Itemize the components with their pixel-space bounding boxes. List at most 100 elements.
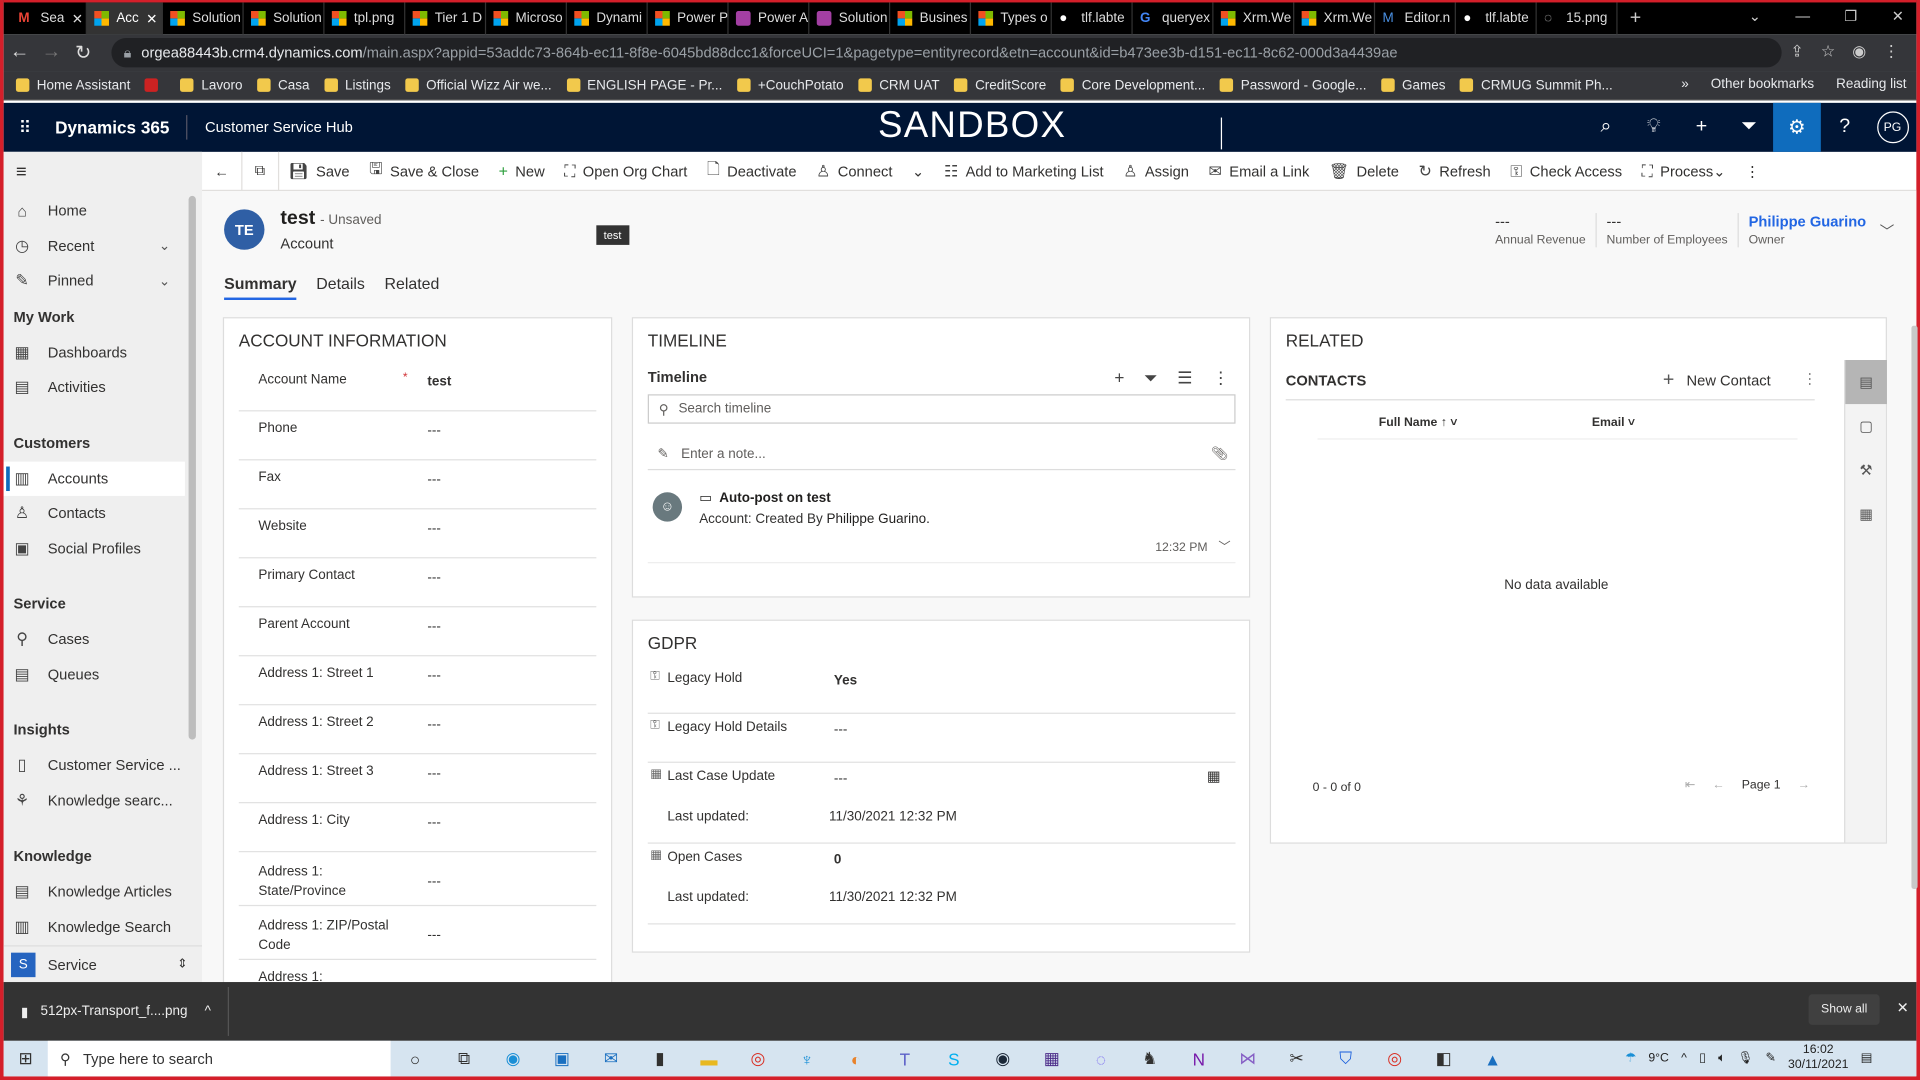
tools-icon[interactable]: ✂: [1272, 1048, 1321, 1069]
area-switcher[interactable]: S Service ⇕: [3, 945, 203, 983]
bookmark[interactable]: Home Assistant: [15, 78, 130, 92]
timeline-search-input[interactable]: ⚲ Search timeline: [647, 394, 1236, 424]
bitwarden-icon[interactable]: ⛉: [1321, 1048, 1370, 1069]
note-input[interactable]: ✎ Enter a note... 📎︎: [647, 438, 1236, 471]
contacts-card-icon[interactable]: ▤: [1845, 360, 1887, 405]
field-value-parent-account[interactable]: ---: [427, 620, 440, 635]
bookmark[interactable]: Lavoro: [180, 78, 243, 92]
field-value-address-1-city[interactable]: ---: [427, 816, 440, 831]
field-value-primary-contact[interactable]: ---: [427, 571, 440, 586]
browser-tab[interactable]: Power A: [729, 2, 810, 35]
profile-avatar[interactable]: ◉: [1852, 42, 1866, 62]
microphone-icon[interactable]: 🎙︎: [1738, 1051, 1754, 1064]
field-value-website[interactable]: ---: [427, 522, 440, 537]
close-tab-icon[interactable]: ✕: [146, 10, 157, 27]
pen-icon[interactable]: ✎: [1766, 1051, 1776, 1064]
app-icon[interactable]: ◧: [1419, 1048, 1468, 1069]
app-name[interactable]: Customer Service Hub: [188, 119, 353, 136]
sidebar-item-recent[interactable]: ◷ Recent ⌄: [4, 228, 185, 262]
file-explorer-icon[interactable]: ▬: [684, 1049, 733, 1069]
command-refresh[interactable]: ↻ Refresh: [1409, 151, 1501, 190]
edge-icon[interactable]: ◉: [489, 1048, 538, 1069]
next-page-icon[interactable]: →: [1798, 779, 1810, 792]
field-value[interactable]: ---: [834, 722, 847, 737]
teams-icon[interactable]: T: [880, 1049, 929, 1069]
sidebar-item-contacts[interactable]: ♙ Contacts: [4, 496, 185, 530]
browser-tab[interactable]: ● tlf.labte: [1456, 2, 1537, 35]
cases-wrench-icon[interactable]: ⚒: [1845, 448, 1887, 492]
viber-icon[interactable]: ◌: [1076, 1049, 1125, 1069]
app-icon[interactable]: ♆: [782, 1049, 831, 1069]
command-check-access[interactable]: ⚿ Check Access: [1501, 151, 1632, 190]
browser-tab[interactable]: Power P: [648, 2, 729, 35]
sidebar-item-social-profiles[interactable]: ▣ Social Profiles: [4, 531, 185, 565]
volume-icon[interactable]: 🔈︎: [1718, 1051, 1725, 1064]
close-window-icon[interactable]: ✕: [1892, 7, 1904, 24]
browser-tab[interactable]: Xrm.We: [1294, 2, 1376, 35]
sidebar-item-dashboards[interactable]: ▦ Dashboards: [4, 335, 185, 369]
field-value[interactable]: ---: [834, 771, 847, 786]
field-value-address-1-zip-postal-code[interactable]: ---: [427, 928, 440, 943]
header-field-owner[interactable]: Philippe Guarino Owner: [1737, 213, 1866, 248]
field-value[interactable]: 0: [834, 852, 842, 867]
command-add-to-marketing-list[interactable]: ☷ Add to Marketing List: [934, 151, 1113, 190]
weather-temp[interactable]: 9°C: [1648, 1051, 1669, 1064]
new-tab-button[interactable]: +: [1618, 7, 1654, 29]
documents-icon[interactable]: ▦: [1845, 492, 1887, 536]
sidebar-item-home[interactable]: ⌂ Home: [4, 193, 185, 227]
field-value-account-name[interactable]: test: [427, 375, 451, 390]
field-value-address-1-state-province[interactable]: ---: [427, 874, 440, 889]
filter-icon[interactable]: ⏷: [1725, 103, 1773, 152]
bookmark-star-icon[interactable]: ☆: [1821, 42, 1835, 62]
browser-tab[interactable]: tpl.png: [324, 2, 406, 35]
cortana-icon[interactable]: ○: [391, 1049, 440, 1069]
field-value-address-1-street-3[interactable]: ---: [427, 767, 440, 782]
chevron-up-icon[interactable]: ^: [205, 1004, 211, 1019]
battery-icon[interactable]: ▯: [1699, 1051, 1706, 1064]
bookmark[interactable]: Core Development...: [1060, 78, 1205, 92]
address-bar[interactable]: 🔒︎ orgea88443b.crm4.dynamics.com/main.as…: [111, 37, 1782, 68]
command-delete[interactable]: 🗑︎ Delete: [1319, 151, 1409, 190]
tab-summary[interactable]: Summary: [224, 274, 297, 301]
app-icon[interactable]: ▦: [1027, 1048, 1076, 1069]
field-value[interactable]: Yes: [834, 673, 857, 688]
expand-header-chevron-icon[interactable]: ﹀: [1880, 220, 1895, 241]
sidebar-item-activities[interactable]: ▤ Activities: [4, 370, 185, 404]
browser-tab[interactable]: ◌ 15.png: [1537, 2, 1618, 35]
bookmark[interactable]: Casa: [257, 78, 309, 92]
subgrid-more-icon[interactable]: ⋮: [1802, 370, 1817, 387]
sidebar-item-knowledge-searc[interactable]: ⚘ Knowledge searc...: [4, 783, 185, 817]
close-icon[interactable]: ✕: [1897, 999, 1909, 1016]
browser-tab[interactable]: Dynami: [567, 2, 648, 35]
browser-menu-icon[interactable]: ⋮: [1883, 42, 1899, 62]
expand-chevron-icon[interactable]: ﹀: [1218, 541, 1230, 554]
tab-search-icon[interactable]: ⌄: [1749, 7, 1761, 24]
tab-related[interactable]: Related: [384, 274, 439, 300]
restore-icon[interactable]: ❐: [1844, 7, 1857, 24]
back-icon[interactable]: ←: [4, 42, 36, 64]
timeline-item[interactable]: ☺ ▭ Auto-post on test Account: Created By…: [647, 485, 1236, 564]
command-new[interactable]: + New: [489, 151, 555, 190]
command-connect[interactable]: ♙ Connect: [806, 151, 902, 190]
bookmark-right-item[interactable]: Reading list: [1836, 77, 1906, 92]
chevron-down-icon[interactable]: ⌄: [159, 272, 170, 289]
bookmark[interactable]: [145, 78, 166, 92]
minimize-icon[interactable]: —: [1795, 7, 1810, 24]
main-scrollbar[interactable]: [1911, 325, 1918, 889]
bookmark[interactable]: Official Wizz Air we...: [405, 78, 552, 92]
show-all-button[interactable]: Show all: [1808, 994, 1880, 1025]
bookmark[interactable]: Listings: [324, 78, 391, 92]
epic-games-icon[interactable]: ▮: [636, 1048, 685, 1069]
app-icon[interactable]: ♞: [1125, 1048, 1174, 1069]
hamburger-menu-icon[interactable]: ≡: [16, 162, 27, 183]
chrome-icon[interactable]: ◎: [1370, 1048, 1419, 1069]
chevron-down-icon[interactable]: ⌄: [159, 238, 170, 254]
sidebar-item-knowledge-search[interactable]: ▥ Knowledge Search: [4, 909, 185, 943]
reload-icon[interactable]: ↻: [67, 40, 99, 64]
help-icon[interactable]: ?: [1821, 103, 1869, 152]
photos-icon[interactable]: ▲: [1468, 1049, 1517, 1069]
browser-tab[interactable]: Solution: [163, 2, 244, 35]
previous-page-icon[interactable]: ←: [1712, 779, 1724, 792]
bookmark-right-item[interactable]: Other bookmarks: [1711, 77, 1814, 92]
bookmark[interactable]: CreditScore: [954, 78, 1046, 92]
